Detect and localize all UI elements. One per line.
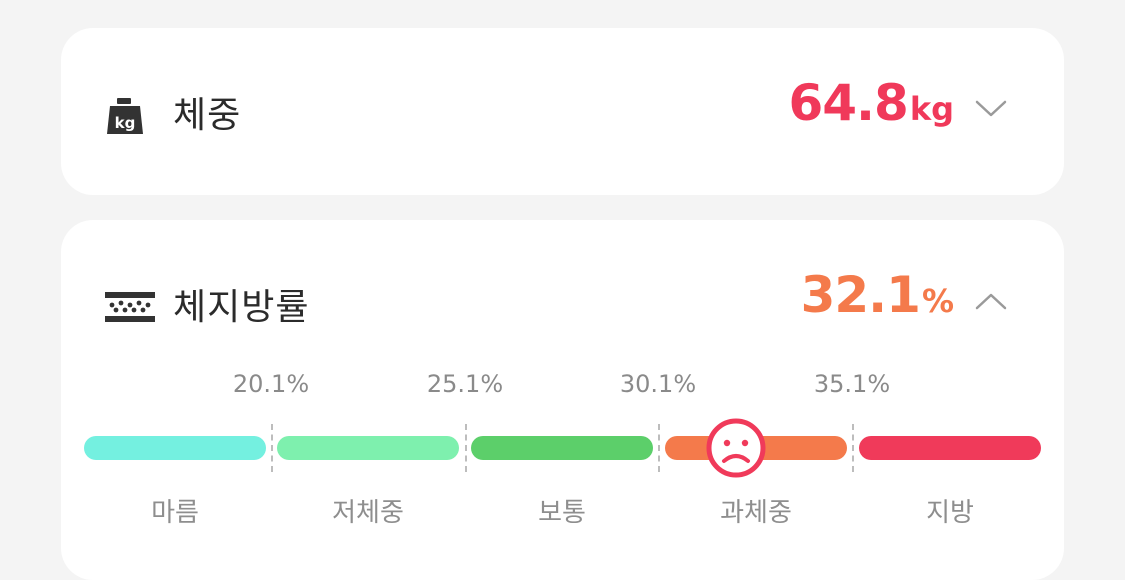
category-label-normal: 보통 (538, 498, 586, 528)
kg-weight-icon: kg (107, 98, 143, 134)
category-label-thin: 마름 (151, 498, 199, 528)
chevron-up-icon[interactable] (974, 290, 1008, 312)
weight-value: 64.8kg (788, 74, 954, 132)
threshold-label: 35.1% (813, 370, 891, 398)
weight-unit: kg (909, 90, 954, 128)
weight-card[interactable]: kg 체중 64.8kg (61, 28, 1064, 195)
body-fat-label: 체지방률 (173, 287, 310, 328)
range-segment-thin (84, 436, 266, 460)
category-label-overweight: 과체중 (720, 498, 792, 528)
body-fat-card[interactable]: 체지방률 32.1% 20.1% 25.1% 30.1% 35.1% 마름 저체… (61, 220, 1064, 580)
threshold-label: 20.1% (232, 370, 310, 398)
threshold-label: 30.1% (619, 370, 697, 398)
category-label-underweight: 저체중 (332, 498, 404, 528)
weight-header[interactable]: kg 체중 64.8kg (61, 72, 1064, 152)
range-segment-normal (471, 436, 653, 460)
threshold-divider (852, 424, 854, 472)
svg-text:kg: kg (115, 114, 136, 132)
threshold-divider (271, 424, 273, 472)
body-fat-header[interactable]: 체지방률 32.1% (61, 264, 1064, 344)
threshold-label: 25.1% (426, 370, 504, 398)
weight-label: 체중 (173, 95, 242, 136)
threshold-divider (658, 424, 660, 472)
threshold-divider (465, 424, 467, 472)
chevron-down-icon[interactable] (974, 98, 1008, 120)
range-segment-fat (859, 436, 1041, 460)
body-fat-value: 32.1% (801, 266, 954, 324)
body-fat-layers-icon (105, 292, 155, 322)
range-segment-underweight (277, 436, 459, 460)
category-label-fat: 지방 (926, 498, 974, 528)
weight-number: 64.8 (788, 74, 908, 132)
body-fat-number: 32.1 (800, 266, 921, 324)
body-fat-unit: % (921, 282, 954, 320)
sad-face-icon (706, 418, 766, 478)
